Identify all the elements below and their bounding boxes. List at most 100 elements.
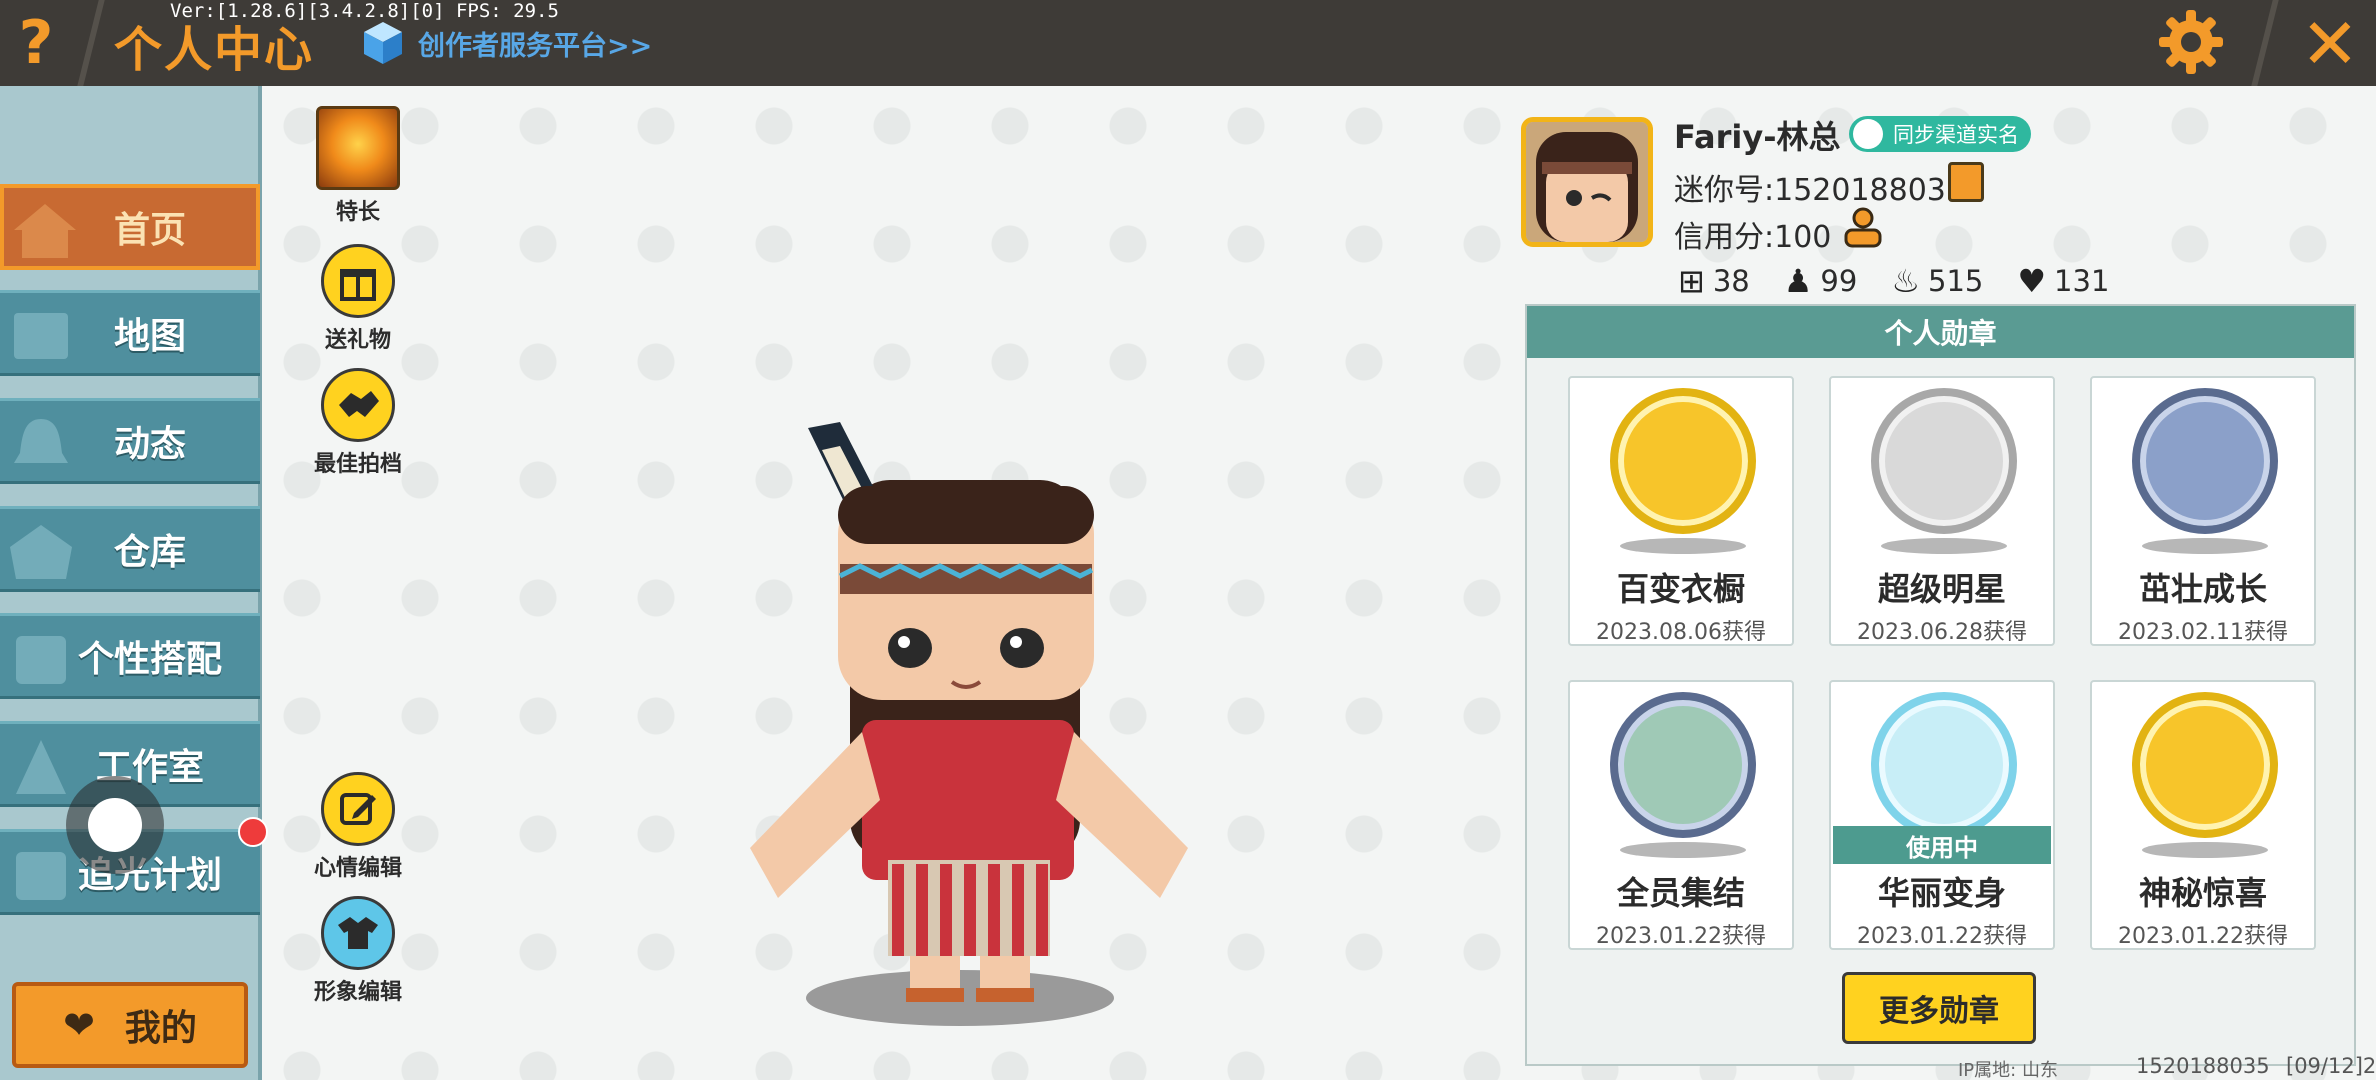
medal-name: 茁壮成长 [2138, 570, 2267, 608]
fans-icon: ♟ [1783, 262, 1813, 300]
appearance-edit-label: 形象编辑 [313, 980, 402, 1005]
stat-popularity[interactable]: ♨ 515 [1891, 262, 1983, 300]
divider [77, 0, 105, 86]
medal-name: 百变衣橱 [1616, 570, 1745, 608]
bell-icon [14, 419, 68, 463]
stat-likes[interactable]: ♥ 131 [2017, 262, 2109, 300]
medal-shadow [2142, 842, 2268, 858]
notification-dot [238, 817, 268, 847]
medal-card[interactable]: 使用中 华丽变身 2023.01.22获得 [1829, 680, 2055, 950]
medal-name: 全员集结 [1616, 874, 1745, 912]
character-model [750, 422, 1188, 1026]
more-medals-button[interactable]: 更多勋章 [1842, 972, 2036, 1044]
medal-surprise-icon [2132, 692, 2278, 838]
warehouse-icon [10, 525, 72, 579]
stats-row: ⊞ 38 ♟ 99 ♨ 515 ♥ 131 [1678, 262, 2143, 300]
stat-value: 515 [1928, 264, 1984, 298]
footer-date: [09/12]2 [2286, 1054, 2376, 1078]
help-icon: ? [18, 8, 54, 78]
sidebar-item-label: 动态 [113, 424, 186, 465]
plus-square-icon: ⊞ [1678, 262, 1705, 300]
medal-name: 神秘惊喜 [2138, 874, 2267, 912]
copy-icon[interactable] [1948, 162, 1984, 202]
stat-fans[interactable]: ♟ 99 [1784, 262, 1858, 300]
medal-shadow [1620, 538, 1746, 554]
talent-button[interactable]: 特长 [298, 106, 418, 226]
best-partner-button[interactable]: 最佳拍档 [298, 368, 418, 478]
gear-icon[interactable] [2155, 6, 2227, 78]
sidebar-item-label: 个性搭配 [77, 639, 222, 680]
sidebar-item-label: 地图 [113, 316, 186, 357]
close-button[interactable]: ✕ [2290, 3, 2370, 85]
joystick-handle[interactable] [88, 798, 142, 852]
medal-name: 华丽变身 [1877, 874, 2006, 912]
help-button[interactable]: ? [0, 0, 72, 86]
medal-date: 2023.01.22获得 [1596, 924, 1766, 949]
medal-name: 超级明星 [1877, 570, 2006, 608]
medal-date: 2023.08.06获得 [1596, 620, 1766, 645]
sidebar-item-outfit[interactable]: 个性搭配 [0, 613, 260, 699]
mini-id: 迷你号:1520188035 [1674, 173, 1965, 208]
medal-date: 2023.02.11获得 [2118, 620, 2288, 645]
close-icon: ✕ [2300, 3, 2360, 85]
medal-panel-header: 个人勋章 [1527, 306, 2354, 358]
medal-date: 2023.06.28获得 [1857, 620, 2027, 645]
cube-icon [364, 22, 402, 64]
outfit-icon [16, 636, 66, 684]
medal-shadow [1620, 842, 1746, 858]
appearance-edit-button[interactable]: 形象编辑 [298, 896, 418, 1006]
in-use-badge: 使用中 [1833, 826, 2051, 864]
medal-assemble-icon [1610, 692, 1756, 838]
sidebar-item-warehouse[interactable]: 仓库 [0, 506, 260, 592]
mood-edit-label: 心情编辑 [313, 856, 402, 881]
partner-label: 最佳拍档 [313, 452, 402, 477]
medal-card[interactable]: 茁壮成长 2023.02.11获得 [2090, 376, 2316, 646]
credit-score: 信用分:100 [1674, 220, 1832, 255]
medal-date: 2023.01.22获得 [1857, 924, 2027, 949]
avatar[interactable] [1521, 117, 1653, 247]
sidebar-item-label: 仓库 [113, 532, 186, 573]
medal-shadow [1881, 538, 2007, 554]
realname-badge[interactable]: 同步渠道实名 [1849, 116, 2031, 152]
studio-icon [16, 740, 66, 794]
mine-button-label: 我的 [124, 1008, 197, 1049]
medal-shadow [2142, 538, 2268, 554]
stat-maps[interactable]: ⊞ 38 [1678, 262, 1750, 300]
credit-user-icon[interactable] [1842, 206, 1884, 248]
creator-platform-link[interactable]: 创作者服务平台>> [358, 18, 652, 68]
top-bar: ? 个人中心 Ver:[1.28.6][3.4.2.8][0] FPS: 29.… [0, 0, 2376, 86]
medal-card[interactable]: 全员集结 2023.01.22获得 [1568, 680, 1794, 950]
divider [2251, 0, 2279, 86]
medal-superstar-icon [1871, 388, 2017, 534]
medal-wardrobe-icon [1610, 388, 1756, 534]
medal-panel: 个人勋章 百变衣橱 2023.08.06获得 超级明星 2023.06.28获得… [1525, 304, 2356, 1066]
send-gift-button[interactable]: 送礼物 [298, 244, 418, 354]
medal-transform-icon [1871, 692, 2017, 838]
gift-icon [321, 244, 395, 318]
sidebar-item-feed[interactable]: 动态 [0, 398, 260, 484]
medal-card[interactable]: 神秘惊喜 2023.01.22获得 [2090, 680, 2316, 950]
medal-card[interactable]: 百变衣橱 2023.08.06获得 [1568, 376, 1794, 646]
realname-badge-label: 同步渠道实名 [1893, 123, 2019, 147]
username: Fariy-林总 [1674, 118, 1841, 156]
medal-date: 2023.01.22获得 [2118, 924, 2288, 949]
heart-icon: ❤ [63, 1003, 95, 1047]
mine-button[interactable]: ❤ 我的 [12, 982, 248, 1068]
light-icon [16, 852, 66, 900]
sidebar-item-home[interactable]: 首页 [0, 184, 260, 270]
edit-icon [321, 772, 395, 846]
medal-card[interactable]: 超级明星 2023.06.28获得 [1829, 376, 2055, 646]
footer-user-id: 1520188035 [2136, 1054, 2270, 1078]
mood-edit-button[interactable]: 心情编辑 [298, 772, 418, 882]
gift-label: 送礼物 [324, 328, 391, 353]
talent-icon [316, 106, 400, 190]
fire-icon: ♨ [1891, 262, 1920, 300]
sidebar-item-map[interactable]: 地图 [0, 290, 260, 376]
user-check-icon [1853, 119, 1883, 149]
sidebar-item-label: 首页 [113, 210, 186, 251]
stat-value: 99 [1820, 264, 1858, 298]
handshake-icon [321, 368, 395, 442]
stat-value: 38 [1712, 264, 1750, 298]
medal-growth-icon [2132, 388, 2278, 534]
stat-value: 131 [2054, 264, 2110, 298]
